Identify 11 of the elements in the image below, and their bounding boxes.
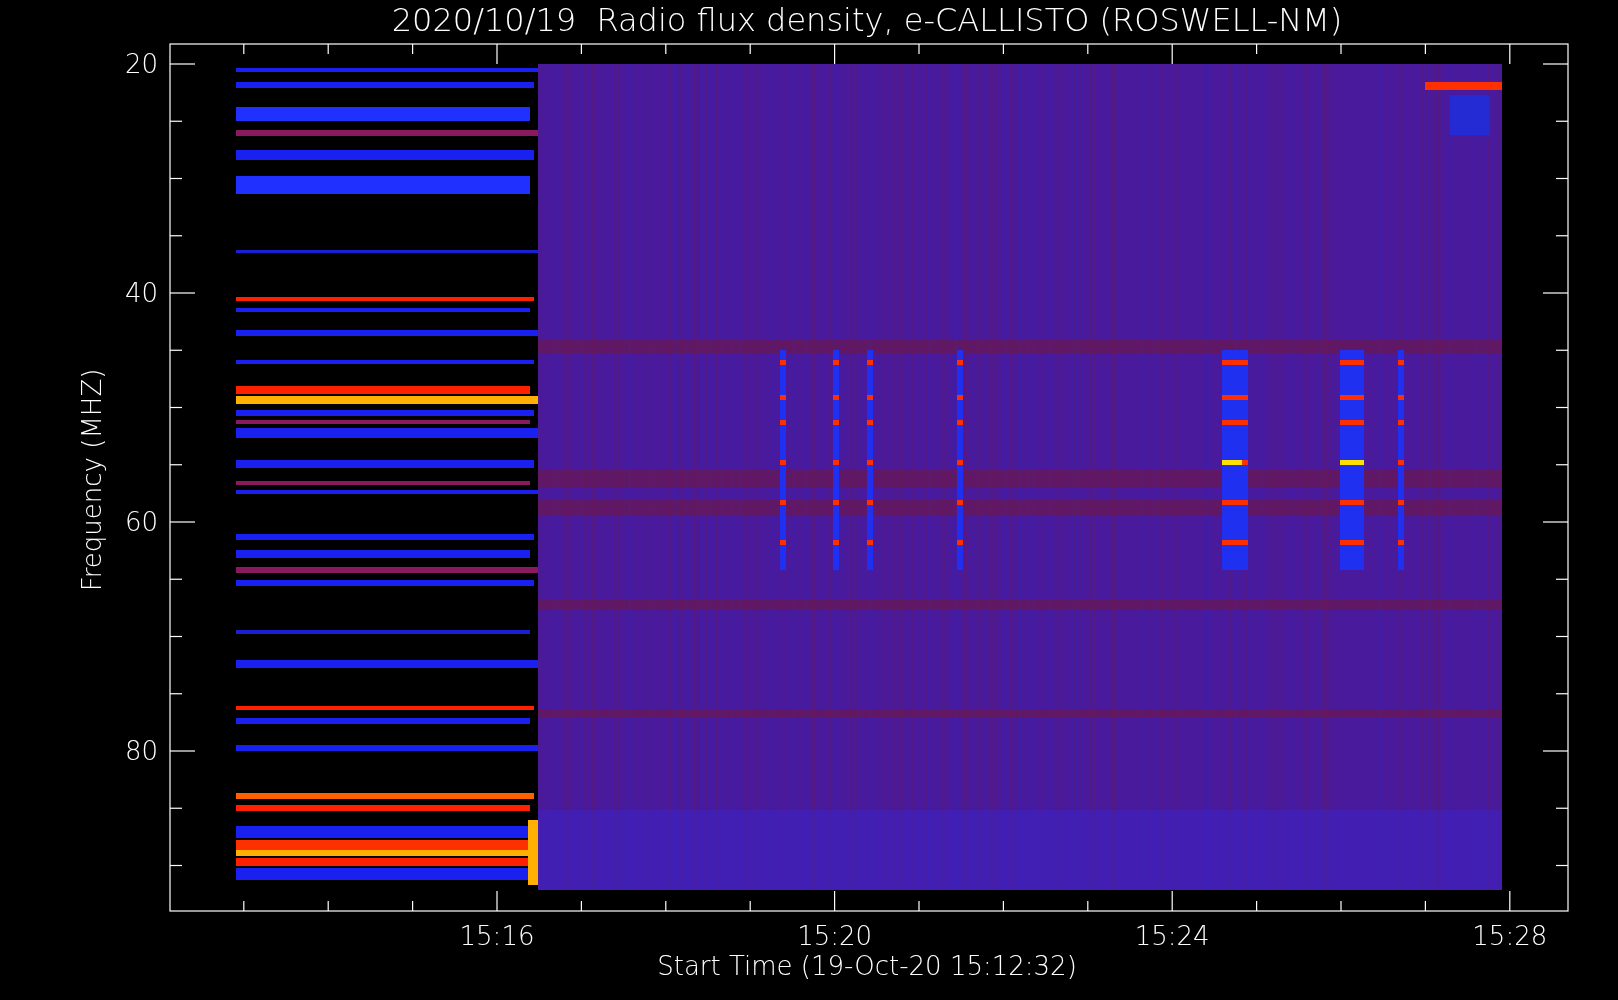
- y-tick-label: 40: [124, 278, 158, 308]
- x-tick-label: 15:20: [797, 921, 873, 951]
- y-tick-label: 80: [124, 736, 158, 766]
- y-tick-label: 20: [124, 49, 158, 79]
- x-tick-label: 15:28: [1472, 921, 1548, 951]
- x-axis-label: Start Time (19-Oct-20 15:12:32): [657, 951, 1077, 981]
- x-tick-label: 15:24: [1134, 921, 1210, 951]
- x-tick-label: 15:16: [459, 921, 535, 951]
- chart-title: 2020/10/19 Radio flux density, e-CALLISTO (ROSWELL-NM): [391, 1, 1343, 39]
- y-axis-label: Frequency (MHZ): [77, 368, 107, 592]
- y-tick-label: 60: [124, 507, 158, 537]
